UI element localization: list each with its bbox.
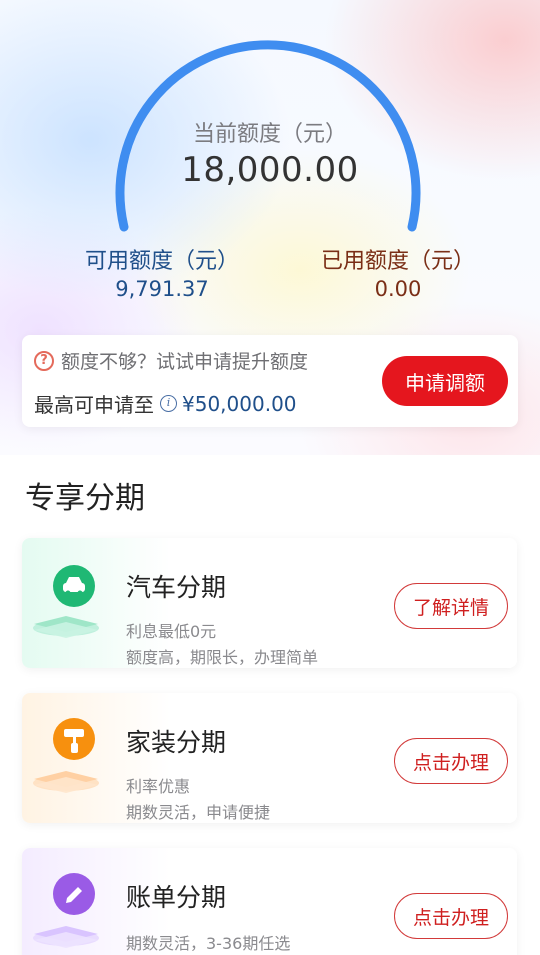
raise-hint-text: 额度不够？试试申请提升额度 — [61, 351, 309, 373]
paint-roller-icon — [33, 718, 99, 793]
product-desc-2: 期数灵活，申请便捷 — [126, 803, 271, 822]
learn-more-button[interactable]: 了解详情 — [394, 583, 508, 629]
raise-max-label: 最高可申请至 — [34, 393, 154, 417]
product-card-bill[interactable]: 账单分期 期数灵活，3-36期任选 点击办理 — [22, 848, 517, 955]
used-quota-label: 已用额度（元） — [320, 249, 475, 274]
product-desc-2: 额度高，期限长，办理简单 — [126, 648, 319, 667]
product-card-car[interactable]: 汽车分期 利息最低0元 额度高，期限长，办理简单 了解详情 — [22, 538, 517, 668]
used-quota: 已用额度（元） 0.00 — [318, 243, 478, 301]
product-title: 汽车分期 — [126, 573, 227, 602]
info-icon[interactable]: i — [160, 395, 177, 412]
product-desc-1: 利率优惠 — [126, 777, 191, 796]
available-quota-value: 9,791.37 — [115, 277, 209, 301]
product-desc-1: 利息最低0元 — [126, 622, 217, 641]
current-quota-label: 当前额度（元） — [192, 122, 347, 147]
section-title: 专享分期 — [25, 481, 145, 516]
raise-max-amount: ¥50,000.00 — [182, 391, 297, 416]
apply-now-button[interactable]: 点击办理 — [394, 893, 508, 939]
apply-now-button[interactable]: 点击办理 — [394, 738, 508, 784]
raise-limit-card: ? 额度不够？试试申请提升额度 最高可申请至 i ¥50,000.00 申请调额 — [22, 335, 518, 427]
product-desc-1: 期数灵活，3-36期任选 — [126, 934, 291, 953]
product-title: 账单分期 — [126, 883, 227, 912]
used-quota-value: 0.00 — [374, 277, 422, 301]
pen-icon — [33, 873, 99, 948]
question-icon: ? — [34, 350, 54, 371]
raise-max: 最高可申请至 i ¥50,000.00 — [34, 389, 297, 418]
product-title: 家装分期 — [126, 728, 227, 757]
apply-adjust-button[interactable]: 申请调额 — [382, 356, 508, 406]
quota-panel: 当前额度（元） 18,000.00 可用额度（元） 9,791.37 已用额度（… — [0, 0, 540, 455]
car-icon — [33, 565, 99, 638]
available-quota: 可用额度（元） 9,791.37 — [82, 243, 242, 301]
available-quota-label: 可用额度（元） — [84, 249, 239, 274]
current-quota-value: 18,000.00 — [181, 150, 359, 190]
raise-hint[interactable]: ? 额度不够？试试申请提升额度 — [34, 347, 308, 374]
product-card-home[interactable]: 家装分期 利率优惠 期数灵活，申请便捷 点击办理 — [22, 693, 517, 823]
